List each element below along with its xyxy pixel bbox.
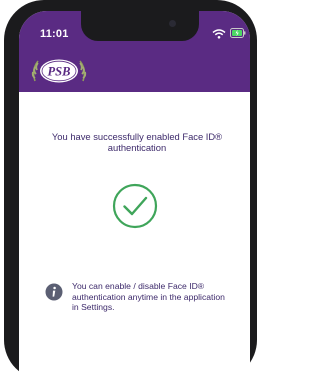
info-icon: [45, 283, 63, 301]
success-message: You have successfully enabled Face ID® a…: [51, 131, 223, 153]
settings-info-text: You can enable / disable Face ID® authen…: [72, 281, 225, 312]
logo-text: PSB: [48, 65, 71, 79]
app-screen: 11:01 PSB You have successfully enabled …: [19, 11, 250, 381]
camera-dot: [169, 20, 176, 27]
status-time: 11:01: [40, 28, 69, 40]
check-circle-icon: [112, 183, 158, 229]
phone-frame: 11:01 PSB You have successfully enabled …: [4, 0, 257, 381]
device-notch: [81, 11, 199, 41]
psb-logo: PSB: [31, 59, 87, 83]
wifi-icon: [212, 29, 226, 39]
battery-icon: [230, 28, 246, 38]
